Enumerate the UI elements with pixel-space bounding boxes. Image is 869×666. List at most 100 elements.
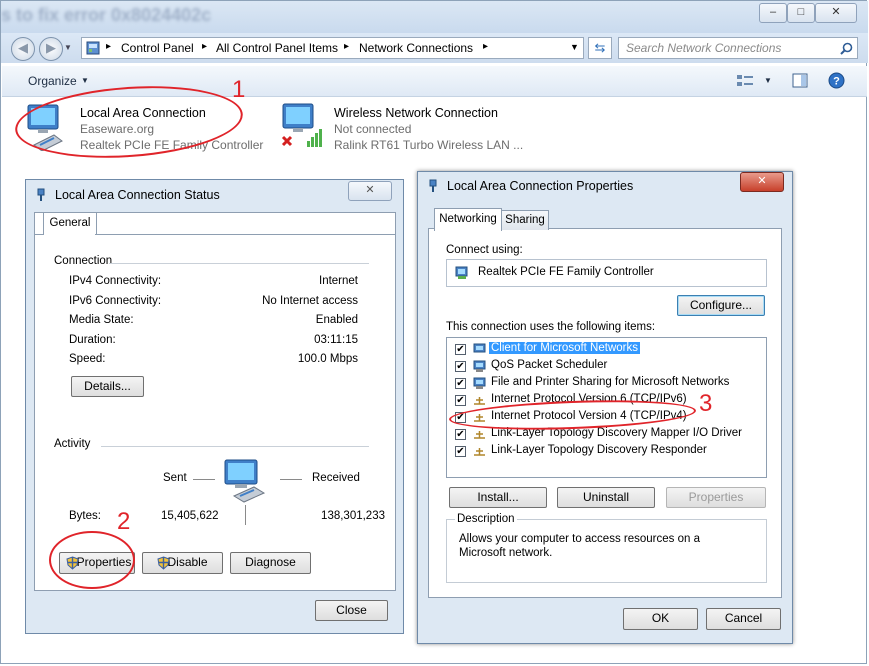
status-dialog-title: Local Area Connection Status [55, 188, 220, 202]
list-item[interactable]: ✔ Client for Microsoft Networks [452, 341, 762, 358]
connect-using-label: Connect using: [446, 244, 523, 256]
received-label: Received [312, 472, 360, 484]
bytes-sent-value: 15,405,622 [161, 510, 219, 522]
view-dropdown-icon[interactable]: ▼ [764, 76, 772, 85]
back-button[interactable]: ◀ [11, 37, 35, 61]
breadcrumb-all-items[interactable]: All Control Panel Items [216, 41, 338, 55]
protocol-icon [474, 448, 485, 456]
network-service-icon [473, 360, 486, 372]
activity-heading: Activity [54, 438, 91, 450]
ok-button[interactable]: OK [623, 608, 698, 630]
wireless-connection-adapter: Ralink RT61 Turbo Wireless LAN ... [334, 138, 524, 152]
network-service-icon [473, 377, 486, 389]
refresh-button[interactable]: ⇆ [588, 37, 612, 59]
item-checkbox[interactable]: ✔ [455, 361, 466, 372]
media-state-value: Enabled [315, 314, 358, 326]
cancel-button[interactable]: Cancel [706, 608, 781, 630]
bytes-received-value: 138,301,233 [321, 510, 385, 522]
tab-divider [95, 234, 395, 235]
annotation-circle-2 [49, 531, 135, 589]
ipv4-value: Internet [319, 275, 358, 287]
item-checkbox[interactable]: ✔ [455, 429, 466, 440]
item-label: File and Printer Sharing for Microsoft N… [491, 376, 730, 388]
breadcrumb-control-panel[interactable]: Control Panel [121, 41, 194, 55]
tab-general[interactable]: General [43, 212, 97, 235]
wireless-connection-name[interactable]: Wireless Network Connection [334, 106, 498, 120]
preview-pane-icon[interactable] [792, 73, 808, 88]
item-properties-button[interactable]: Properties [666, 487, 766, 508]
wireless-connection-status: Not connected [334, 122, 412, 136]
configure-button[interactable]: Configure... [677, 295, 765, 316]
organize-dropdown-icon[interactable]: ▼ [81, 76, 89, 85]
organize-menu[interactable]: Organize [28, 74, 77, 88]
connection-heading: Connection [54, 255, 113, 267]
ipv4-label: IPv4 Connectivity: [69, 275, 162, 287]
item-label: Link-Layer Topology Discovery Responder [491, 444, 707, 456]
search-icon[interactable] [840, 42, 853, 55]
speed-label: Speed: [69, 353, 106, 365]
maximize-button[interactable]: □ [787, 3, 815, 23]
adapter-box: Realtek PCIe FE Family Controller [446, 259, 767, 287]
network-plug-icon [429, 179, 437, 192]
breadcrumb-separator-icon: ▸ [106, 41, 112, 52]
forward-button[interactable]: ▶ [39, 37, 63, 61]
search-placeholder: Search Network Connections [626, 41, 782, 55]
duration-value: 03:11:15 [314, 334, 358, 346]
back-arrow-icon: ◀ [18, 40, 28, 55]
change-view-icon[interactable] [736, 74, 754, 88]
close-icon: ✕ [365, 184, 375, 196]
properties-dialog-title: Local Area Connection Properties [447, 179, 634, 193]
item-checkbox[interactable]: ✔ [455, 446, 466, 457]
network-client-icon [473, 343, 486, 353]
forward-arrow-icon: ▶ [46, 40, 56, 55]
protocol-icon [474, 431, 485, 439]
breadcrumb-separator-icon[interactable]: ▸ [483, 41, 488, 52]
ipv6-label: IPv6 Connectivity: [69, 295, 162, 307]
items-label: This connection uses the following items… [446, 321, 656, 333]
network-plug-icon [37, 188, 45, 201]
minimize-button[interactable]: – [759, 3, 787, 23]
recent-pages-chevron-icon[interactable]: ▼ [64, 43, 72, 52]
diagnose-button[interactable]: Diagnose [230, 552, 311, 574]
close-button[interactable]: Close [315, 600, 388, 621]
tab-networking[interactable]: Networking [434, 208, 502, 231]
sent-line [193, 479, 215, 480]
sent-label: Sent [163, 472, 187, 484]
adapter-card-icon [455, 266, 468, 279]
breadcrumb-separator-icon[interactable]: ▸ [344, 41, 349, 52]
breadcrumb-separator-icon[interactable]: ▸ [202, 41, 207, 52]
activity-divider [101, 446, 369, 447]
properties-dialog-close-button[interactable]: ✕ [740, 172, 784, 192]
list-item[interactable]: ✔ File and Printer Sharing for Microsoft… [452, 375, 762, 392]
disable-button[interactable]: Disable [142, 552, 223, 574]
item-checkbox[interactable]: ✔ [455, 344, 466, 355]
bytes-label: Bytes: [69, 510, 101, 522]
duration-label: Duration: [69, 334, 116, 346]
details-button[interactable]: Details... [71, 376, 144, 397]
title-bar: s to fix error 0x8024402c – □ ✕ [1, 1, 868, 33]
bytes-separator [245, 505, 246, 525]
control-panel-icon [86, 41, 100, 55]
uninstall-button[interactable]: Uninstall [557, 487, 655, 508]
description-box: Description Allows your computer to acce… [446, 513, 767, 583]
list-item[interactable]: ✔ Link-Layer Topology Discovery Responde… [452, 443, 762, 460]
disable-button-label: Disable [167, 555, 208, 569]
description-text: Allows your computer to access resources… [459, 533, 700, 559]
media-state-label: Media State: [69, 314, 134, 326]
close-window-button[interactable]: ✕ [815, 3, 857, 23]
list-item[interactable]: ✔ QoS Packet Scheduler [452, 358, 762, 375]
install-button[interactable]: Install... [449, 487, 547, 508]
breadcrumb-network-connections[interactable]: Network Connections [359, 41, 473, 55]
uac-shield-icon [157, 556, 170, 570]
status-dialog-close-button[interactable]: ✕ [348, 181, 392, 201]
tab-sharing[interactable]: Sharing [501, 210, 549, 230]
item-checkbox[interactable]: ✔ [455, 395, 466, 406]
address-dropdown-icon[interactable]: ▼ [570, 42, 579, 52]
adapter-name: Realtek PCIe FE Family Controller [478, 266, 654, 278]
search-box[interactable]: Search Network Connections [618, 37, 858, 59]
address-bar[interactable]: ▸ Control Panel ▸ All Control Panel Item… [81, 37, 584, 59]
protocol-icon [474, 397, 485, 405]
help-icon[interactable]: ? [828, 72, 845, 89]
item-checkbox[interactable]: ✔ [455, 378, 466, 389]
close-icon: ✕ [757, 175, 767, 187]
